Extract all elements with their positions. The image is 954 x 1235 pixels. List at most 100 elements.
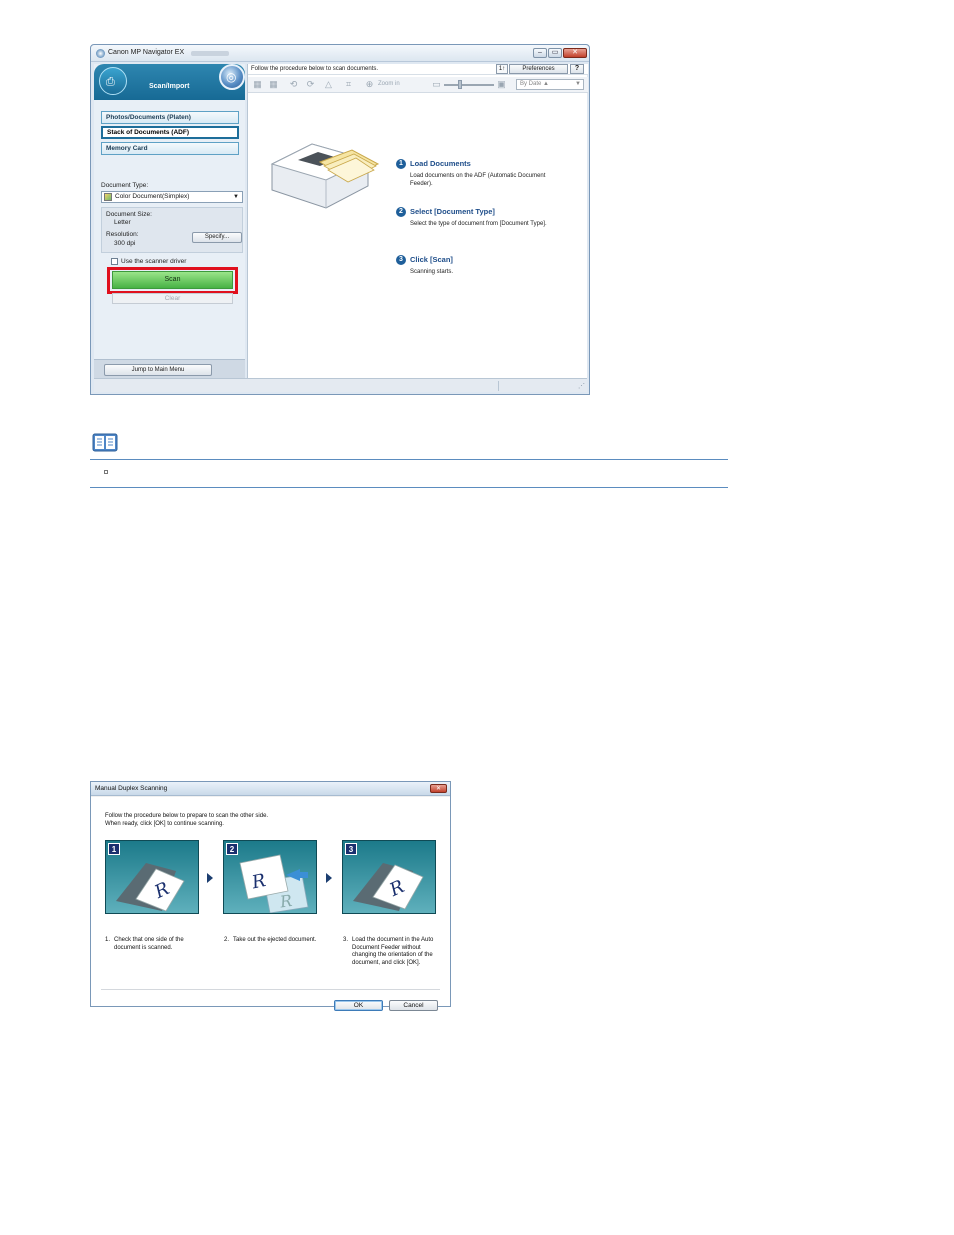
sort-select-value: By Date <box>520 81 542 87</box>
dialog-titlebar: Manual Duplex Scanning ✕ <box>91 782 450 796</box>
small-image-icon: ▭ <box>432 79 441 89</box>
specify-button[interactable]: Specify... <box>192 232 242 243</box>
panel-3-caption-text: Load the document in the Auto Document F… <box>352 937 434 966</box>
rotate-right-icon[interactable]: ⟳ <box>305 79 316 90</box>
resolution-value: 300 dpi <box>114 240 136 247</box>
panel-2-caption-text: Take out the ejected document. <box>233 937 317 943</box>
sort-select[interactable]: By Date ▲ ▼ <box>516 79 584 90</box>
ok-button[interactable]: OK <box>334 1000 383 1011</box>
svg-text:R: R <box>278 891 294 912</box>
thumbnail-view-icon[interactable]: ▦ <box>252 79 263 90</box>
step-panel-3: 3 R <box>342 840 436 914</box>
panel-1-caption-text: Check that one side of the document is s… <box>114 937 184 951</box>
note-top-rule <box>90 459 728 460</box>
document-type-icon <box>104 193 112 201</box>
mode-label: Scan/Import <box>149 83 190 90</box>
step-2-title: Select [Document Type] <box>410 207 495 216</box>
panel-3-caption-number: 3. <box>343 937 349 943</box>
app-icon <box>96 49 105 58</box>
dialog-title: Manual Duplex Scanning <box>95 785 168 792</box>
document-size-value: Letter <box>114 219 131 226</box>
step-1-badge: 1 <box>396 159 406 169</box>
chevron-down-icon: ▼ <box>233 194 239 200</box>
step-panel-2: 2 R R <box>223 840 317 914</box>
manual-duplex-dialog: Manual Duplex Scanning ✕ Follow the proc… <box>90 781 451 1011</box>
scanner-driver-label: Use the scanner driver <box>121 258 187 265</box>
document-type-label: Document Type: <box>101 182 149 189</box>
thumbnail-size-slider[interactable] <box>444 84 494 86</box>
preferences-button[interactable]: Preferences <box>509 64 568 74</box>
document-type-value: Color Document(Simplex) <box>115 193 190 200</box>
large-image-icon: ▣ <box>497 79 506 89</box>
scan-settings-box: Document Size: Letter Resolution: 300 dp… <box>101 207 243 253</box>
note-book-icon <box>92 433 118 452</box>
left-panel: ⎙ Scan/Import ◎ Photos/Documents (Platen… <box>94 64 245 378</box>
slider-thumb[interactable] <box>458 80 462 89</box>
step-panel-1: 1 R <box>105 840 199 914</box>
scan-button[interactable]: Scan <box>112 271 233 289</box>
step-3-title: Click [Scan] <box>410 255 453 264</box>
toolbar: ▦ ▦ ⟲ ⟳ △ ⌗ ⊕ Zoom in ▭ ▣ By Date ▲ ▼ <box>248 77 588 93</box>
right-panel: Follow the procedure below to scan docum… <box>247 64 588 378</box>
chevron-down-icon: ▼ <box>575 81 581 87</box>
dialog-body: Follow the procedure below to prepare to… <box>91 797 450 1011</box>
main-menu-globe-icon[interactable]: ◎ <box>219 64 245 90</box>
crop-icon[interactable]: ⌗ <box>343 79 354 90</box>
source-tab-memory-card[interactable]: Memory Card <box>101 142 239 155</box>
info-bar: Follow the procedure below to scan docum… <box>248 64 588 75</box>
step-1-title: Load Documents <box>410 159 471 168</box>
arrow-right-icon <box>207 873 213 883</box>
document-size-label: Document Size: <box>106 211 152 218</box>
panel-2-number: 2 <box>226 843 238 855</box>
minimize-button[interactable]: – <box>533 48 547 58</box>
mp-navigator-window: Canon MP Navigator EX – ▭ ✕ ⎙ Scan/Impor… <box>90 44 590 395</box>
blurred-version-text <box>191 51 229 56</box>
scan-mode-icon: ⎙ <box>99 67 127 95</box>
status-divider <box>498 381 499 391</box>
window-title: Canon MP Navigator EX <box>108 49 185 56</box>
flip-icon[interactable]: △ <box>323 79 334 90</box>
grid-view-icon[interactable]: ▦ <box>268 79 279 90</box>
source-tab-adf[interactable]: Stack of Documents (ADF) <box>101 126 239 139</box>
source-tab-platen[interactable]: Photos/Documents (Platen) <box>101 111 239 124</box>
rotate-left-icon[interactable]: ⟲ <box>288 79 299 90</box>
step-2-badge: 2 <box>396 207 406 217</box>
sort-order-button[interactable]: 1↑ <box>496 64 508 74</box>
dialog-instruction-line-2: When ready, click [OK] to continue scann… <box>105 821 224 827</box>
panel-1-caption-number: 1. <box>105 937 111 943</box>
document-type-select[interactable]: Color Document(Simplex) ▼ <box>101 191 243 203</box>
dialog-close-button[interactable]: ✕ <box>430 784 447 793</box>
dialog-separator <box>101 989 440 990</box>
jump-bar: Jump to Main Menu <box>94 359 245 378</box>
panel-3-number: 3 <box>345 843 357 855</box>
dialog-instruction-line-1: Follow the procedure below to prepare to… <box>105 813 269 819</box>
maximize-button[interactable]: ▭ <box>548 48 562 58</box>
panel-2-caption-number: 2. <box>224 937 230 943</box>
step-2-desc: Select the type of document from [Docume… <box>410 221 547 227</box>
zoom-icon[interactable]: ⊕ <box>364 79 375 90</box>
note-bullet <box>104 470 108 474</box>
window-titlebar: Canon MP Navigator EX – ▭ ✕ <box>91 45 589 62</box>
dialog-instructions: Follow the procedure below to prepare to… <box>105 812 268 828</box>
panel-1-number: 1 <box>108 843 120 855</box>
step-1-desc: Load documents on the ADF (Automatic Doc… <box>410 173 546 187</box>
scanner-driver-checkbox[interactable] <box>111 258 118 265</box>
step-3-desc: Scanning starts. <box>410 269 454 275</box>
cancel-button[interactable]: Cancel <box>389 1000 438 1011</box>
close-button[interactable]: ✕ <box>563 48 587 58</box>
panel-3-caption: 3. Load the document in the Auto Documen… <box>343 937 439 967</box>
help-button[interactable]: ? <box>570 64 584 74</box>
status-bar: ⋰ <box>94 378 587 392</box>
resolution-label: Resolution: <box>106 231 139 238</box>
panel-2-caption: 2. Take out the ejected document. <box>224 937 320 945</box>
arrow-right-icon <box>326 873 332 883</box>
jump-to-main-menu-button[interactable]: Jump to Main Menu <box>104 364 212 376</box>
panel-1-caption: 1. Check that one side of the document i… <box>105 937 201 952</box>
clear-button[interactable]: Clear <box>112 293 233 304</box>
note-bottom-rule <box>90 487 728 488</box>
adf-scanner-illustration <box>270 143 380 209</box>
info-text: Follow the procedure below to scan docum… <box>251 66 379 72</box>
step-3-badge: 3 <box>396 255 406 265</box>
resize-grip-icon[interactable]: ⋰ <box>578 382 585 390</box>
zoom-in-label: Zoom in <box>378 81 400 87</box>
